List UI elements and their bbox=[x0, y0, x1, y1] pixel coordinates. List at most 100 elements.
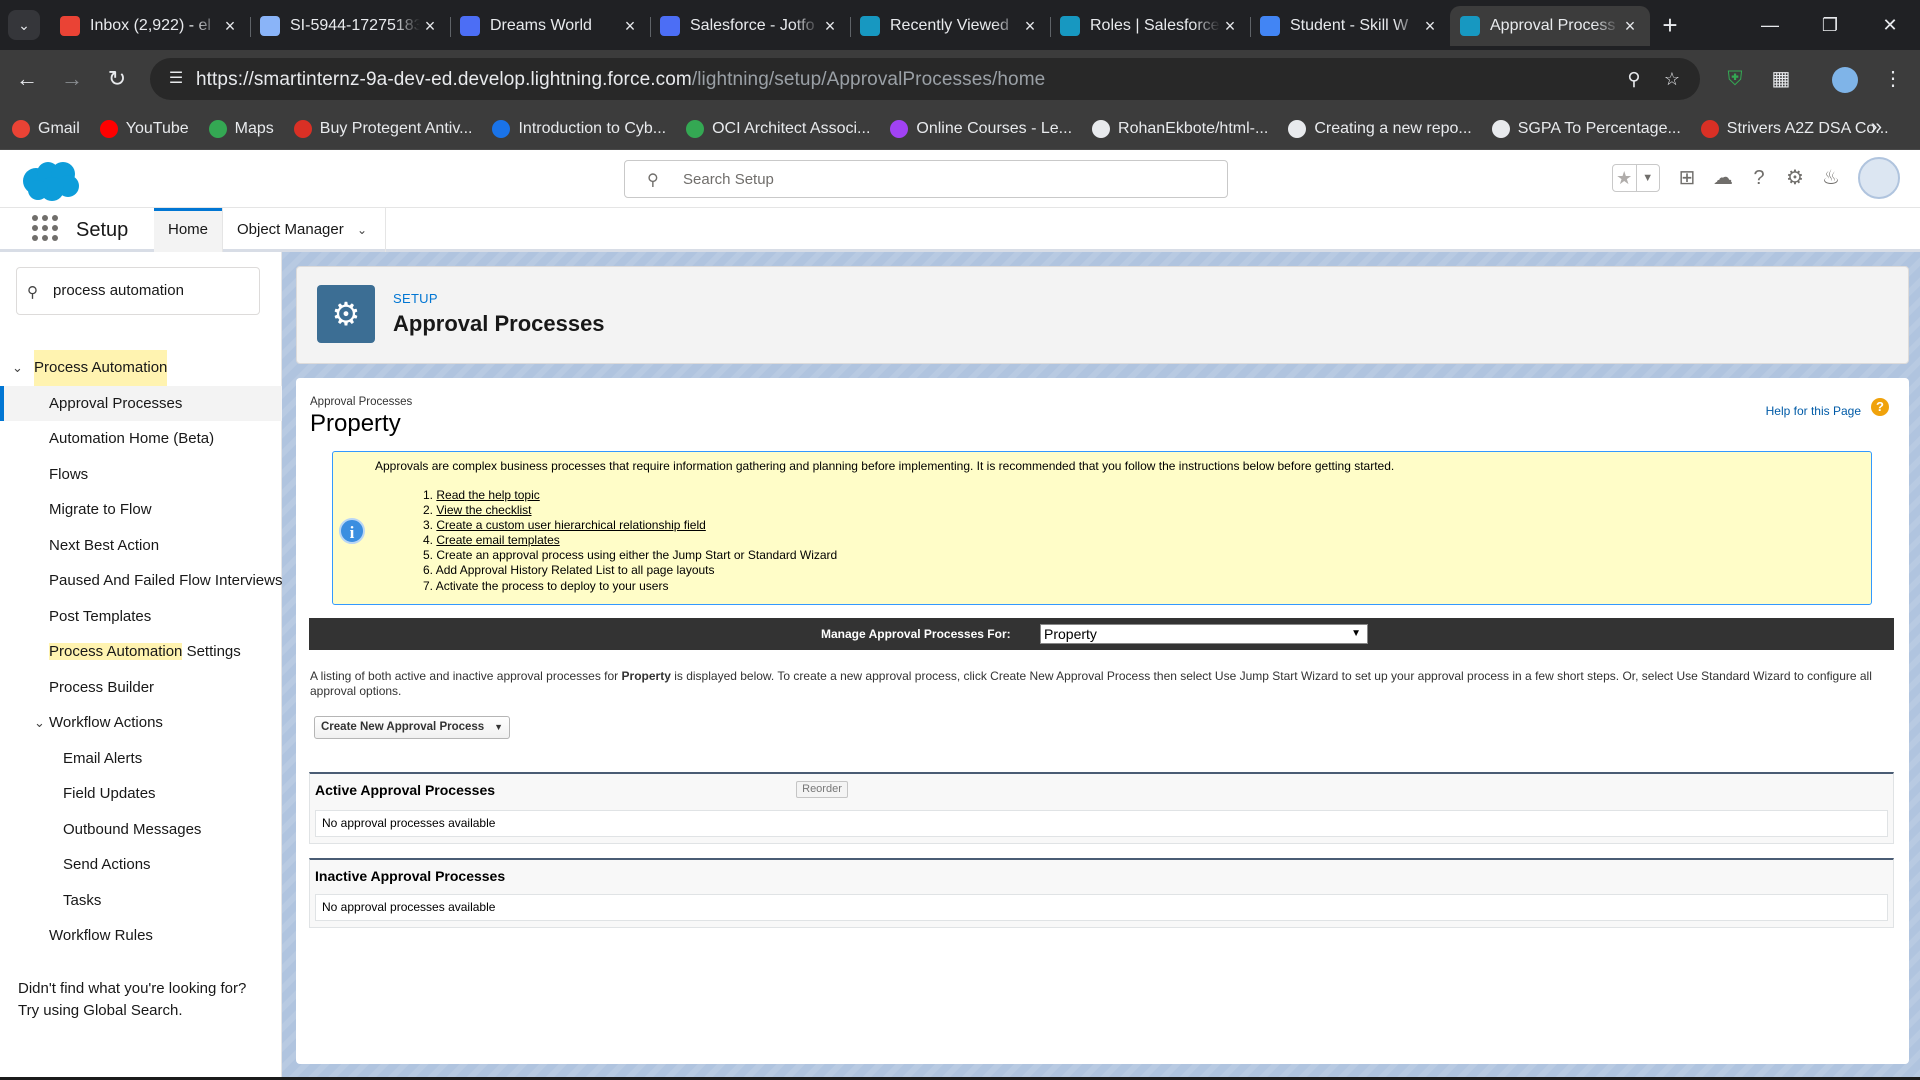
bookmark-item[interactable]: SGPA To Percentage... bbox=[1491, 116, 1681, 142]
browser-tab[interactable]: SI-5944-17275183 × bbox=[250, 6, 450, 46]
browser-tab[interactable]: Student - Skill W × bbox=[1250, 6, 1450, 46]
bookmark-item[interactable]: Introduction to Cyb... bbox=[492, 116, 666, 142]
sidebar-item[interactable]: ⌄ Workflow Actions bbox=[0, 705, 282, 741]
sidebar-item[interactable]: Process Automation Settings bbox=[0, 634, 282, 670]
sidebar-item[interactable]: Outbound Messages bbox=[0, 812, 282, 848]
sidebar-item[interactable]: Approval Processes bbox=[0, 385, 282, 421]
help-for-this-page-link[interactable]: Help for this Page bbox=[1766, 404, 1861, 418]
address-bar[interactable]: ☰ https://smartinternz-9a-dev-ed.develop… bbox=[150, 58, 1700, 100]
new-tab-icon[interactable]: + bbox=[1650, 6, 1690, 46]
notifications-bell-icon[interactable]: ♨ bbox=[1818, 165, 1844, 191]
object-select[interactable]: Property ▼ bbox=[1040, 624, 1368, 644]
close-icon[interactable]: × bbox=[1020, 16, 1040, 37]
quick-find-box[interactable]: ⚲ bbox=[16, 267, 260, 315]
browser-tab[interactable]: Recently Viewed × bbox=[850, 6, 1050, 46]
chevron-down-icon[interactable]: ⌄ bbox=[357, 208, 367, 252]
browser-tab[interactable]: Salesforce - Jotfo × bbox=[650, 6, 850, 46]
trailhead-icon[interactable]: ☁ bbox=[1710, 165, 1736, 191]
tab-object-manager[interactable]: Object Manager ⌄ bbox=[222, 208, 386, 252]
reload-icon[interactable]: ↻ bbox=[102, 64, 132, 94]
help-question-icon[interactable]: ? bbox=[1871, 398, 1889, 416]
sidebar-item[interactable]: Field Updates bbox=[0, 776, 282, 812]
shield-extension-icon[interactable]: ⛨ bbox=[1720, 64, 1750, 94]
sidebar-item[interactable]: Post Templates bbox=[0, 599, 282, 635]
global-actions-icon[interactable]: ⊞ bbox=[1674, 165, 1700, 191]
info-step-link[interactable]: Create a custom user hierarchical relati… bbox=[436, 518, 705, 532]
info-step-link[interactable]: Create email templates bbox=[436, 533, 559, 547]
bookmark-item[interactable]: OCI Architect Associ... bbox=[686, 116, 870, 142]
close-icon[interactable]: × bbox=[420, 16, 440, 37]
quick-find-input[interactable] bbox=[53, 282, 253, 299]
forward-arrow-icon[interactable]: → bbox=[57, 64, 87, 94]
zoom-icon[interactable]: ⚲ bbox=[1622, 67, 1646, 91]
bookmark-item[interactable]: Strivers A2Z DSA Co... bbox=[1700, 116, 1889, 142]
help-icon[interactable]: ? bbox=[1746, 165, 1772, 191]
bookmark-star-icon[interactable]: ☆ bbox=[1660, 67, 1684, 91]
bookmark-favicon-icon bbox=[492, 120, 511, 138]
tree-section-process-automation[interactable]: ⌄ Process Automation bbox=[0, 350, 282, 386]
browser-tab[interactable]: Approval Process × bbox=[1450, 6, 1650, 46]
user-avatar[interactable] bbox=[1858, 157, 1900, 199]
close-icon[interactable]: × bbox=[1220, 16, 1240, 37]
star-icon[interactable]: ★ bbox=[1613, 165, 1636, 191]
sidebar-item[interactable]: Email Alerts bbox=[0, 741, 282, 777]
close-icon[interactable]: × bbox=[820, 16, 840, 37]
bookmark-item[interactable]: Gmail bbox=[12, 116, 80, 142]
search-setup-box[interactable]: ⚲ bbox=[624, 160, 1228, 198]
section-title: Inactive Approval Processes bbox=[315, 868, 506, 884]
search-setup-input[interactable] bbox=[683, 168, 1203, 190]
sidebar-item[interactable]: Next Best Action bbox=[0, 528, 282, 564]
bookmarks-overflow-icon[interactable]: » bbox=[1871, 116, 1882, 139]
restore-icon[interactable]: ❐ bbox=[1800, 0, 1860, 50]
bookmark-item[interactable]: Creating a new repo... bbox=[1288, 116, 1472, 142]
empty-message: No approval processes available bbox=[315, 894, 1888, 921]
close-icon[interactable]: × bbox=[220, 16, 240, 37]
bookmark-item[interactable]: YouTube bbox=[99, 116, 189, 142]
create-new-approval-process-button[interactable]: Create New Approval Process ▼ bbox=[314, 716, 510, 739]
sidebar-item[interactable]: Automation Home (Beta) bbox=[0, 421, 282, 457]
sidebar-item[interactable]: Paused And Failed Flow Interviews bbox=[0, 563, 282, 599]
setup-gear-icon[interactable]: ⚙ bbox=[1782, 165, 1808, 191]
browser-menu-icon[interactable]: ⋮ bbox=[1878, 64, 1908, 94]
info-step-link[interactable]: Read the help topic bbox=[436, 488, 539, 502]
minimize-icon[interactable]: — bbox=[1740, 0, 1800, 50]
chevron-down-icon[interactable]: ⌄ bbox=[12, 350, 23, 386]
bookmark-item[interactable]: Buy Protegent Antiv... bbox=[293, 116, 472, 142]
close-window-icon[interactable]: ✕ bbox=[1860, 0, 1920, 50]
browser-tab[interactable]: Inbox (2,922) - el × bbox=[50, 6, 250, 46]
search-icon: ⚲ bbox=[647, 172, 659, 189]
back-arrow-icon[interactable]: ← bbox=[12, 64, 42, 94]
close-icon[interactable]: × bbox=[1420, 16, 1440, 37]
bookmark-item[interactable]: Online Courses - Le... bbox=[890, 116, 1072, 142]
app-launcher-icon[interactable] bbox=[32, 215, 58, 241]
sidebar-item[interactable]: Tasks bbox=[0, 883, 282, 919]
sidebar-item[interactable]: Process Builder bbox=[0, 670, 282, 706]
bookmark-item[interactable]: Maps bbox=[208, 116, 274, 142]
site-info-icon[interactable]: ☰ bbox=[164, 67, 188, 91]
close-icon[interactable]: × bbox=[620, 16, 640, 37]
bookmark-label: YouTube bbox=[125, 120, 189, 137]
url-text[interactable]: https://smartinternz-9a-dev-ed.develop.l… bbox=[196, 69, 1045, 91]
favorites-button[interactable]: ★ ▼ bbox=[1612, 164, 1660, 192]
info-step-number: 6. bbox=[423, 563, 434, 578]
tab-home[interactable]: Home bbox=[154, 208, 222, 252]
info-step-link[interactable]: View the checklist bbox=[436, 503, 531, 517]
favorites-dropdown-icon[interactable]: ▼ bbox=[1635, 165, 1660, 191]
close-icon[interactable]: × bbox=[1620, 16, 1640, 37]
sidebar-item[interactable]: Workflow Rules bbox=[0, 918, 282, 954]
chevron-down-icon[interactable]: ⌄ bbox=[34, 705, 45, 741]
salesforce-icon bbox=[1460, 16, 1480, 36]
bookmark-item[interactable]: RohanEkbote/html-... bbox=[1092, 116, 1268, 142]
browser-tab[interactable]: Roles | Salesforce × bbox=[1050, 6, 1250, 46]
sidebar-item-label: Automation Home (Beta) bbox=[49, 430, 215, 447]
salesforce-logo-icon[interactable] bbox=[18, 159, 82, 203]
reorder-button[interactable]: Reorder bbox=[796, 781, 848, 798]
sidebar-item[interactable]: Flows bbox=[0, 457, 282, 493]
bookmark-label: Introduction to Cyb... bbox=[518, 120, 667, 137]
tab-search-button[interactable]: ⌄ bbox=[8, 10, 40, 40]
extensions-puzzle-icon[interactable]: ▦ bbox=[1766, 64, 1796, 94]
profile-avatar-icon[interactable] bbox=[1830, 64, 1860, 94]
sidebar-item[interactable]: Migrate to Flow bbox=[0, 492, 282, 528]
sidebar-item[interactable]: Send Actions bbox=[0, 847, 282, 883]
browser-tab[interactable]: Dreams World × bbox=[450, 6, 650, 46]
